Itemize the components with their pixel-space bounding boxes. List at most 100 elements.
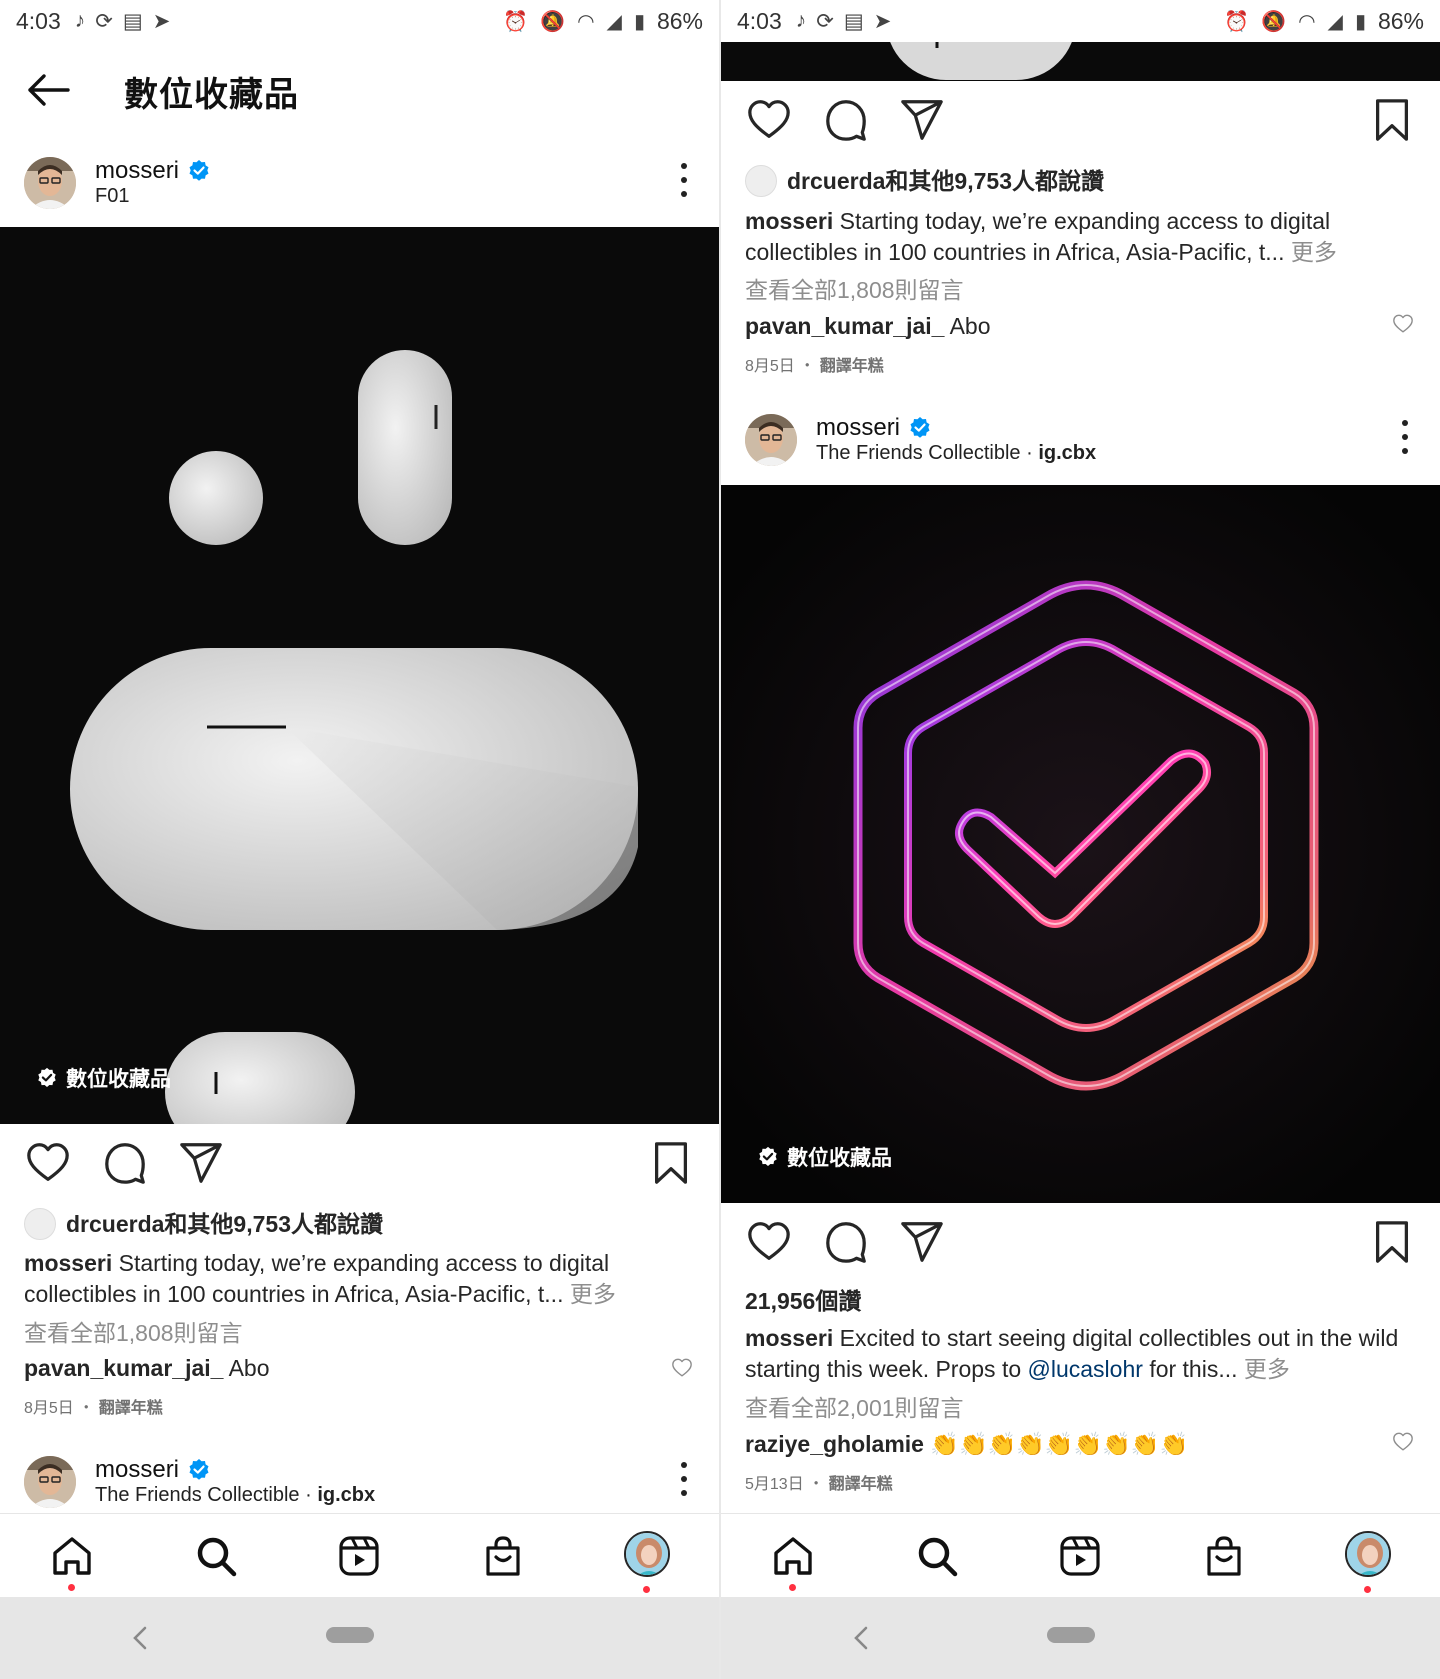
shop-icon[interactable] xyxy=(1202,1534,1246,1578)
post-actions xyxy=(721,97,1440,153)
meta-separator: ・ xyxy=(78,1400,95,1417)
comment-username[interactable]: pavan_kumar_jai_ xyxy=(24,1355,223,1381)
home-gesture-pill[interactable] xyxy=(1047,1627,1095,1643)
avatar[interactable] xyxy=(24,1456,76,1508)
paper-plane-icon[interactable] xyxy=(178,1140,224,1186)
view-all-comments[interactable]: 查看全部2,001則留言 xyxy=(745,1393,1415,1424)
profile-avatar[interactable] xyxy=(1345,1531,1391,1577)
translate-link[interactable]: 翻譯年糕 xyxy=(820,358,884,375)
bookmark-icon[interactable] xyxy=(1369,97,1415,143)
caption-mention[interactable]: @lucaslohr xyxy=(1028,1356,1143,1382)
comment: pavan_kumar_jai_ Abo xyxy=(24,1353,694,1384)
caption-more-link[interactable]: 更多 xyxy=(570,1281,616,1307)
shop-icon[interactable] xyxy=(481,1534,525,1578)
comment-heart-icon[interactable] xyxy=(1392,313,1414,335)
search-icon[interactable] xyxy=(194,1534,238,1578)
reels-icon[interactable] xyxy=(337,1534,381,1578)
caption-more-link[interactable]: 更多 xyxy=(1291,239,1337,265)
alarm-icon: ⏰ xyxy=(1224,10,1250,33)
verified-badge-icon xyxy=(187,159,211,183)
home-icon[interactable] xyxy=(50,1534,94,1578)
caption-more-link[interactable]: 更多 xyxy=(1244,1356,1290,1382)
avatar[interactable] xyxy=(24,157,76,209)
more-vertical-icon[interactable] xyxy=(1400,420,1410,454)
translate-link[interactable]: 翻譯年糕 xyxy=(829,1476,893,1493)
subtitle-text: The Friends Collectible xyxy=(816,442,1021,464)
comment: pavan_kumar_jai_ Abo xyxy=(745,311,1415,342)
comment-heart-icon[interactable] xyxy=(1392,1431,1414,1453)
username[interactable]: mosseri xyxy=(95,157,179,185)
post-image[interactable]: 數位收藏品 xyxy=(721,485,1440,1203)
view-all-comments[interactable]: 查看全部1,808則留言 xyxy=(24,1318,694,1349)
home-notification-dot xyxy=(68,1584,75,1591)
username[interactable]: mosseri xyxy=(816,414,900,442)
more-vertical-icon[interactable] xyxy=(679,163,689,197)
avatar[interactable] xyxy=(745,414,797,466)
search-icon[interactable] xyxy=(915,1534,959,1578)
page-title: 數位收藏品 xyxy=(124,76,299,114)
database-icon: ▤ xyxy=(122,9,143,33)
system-back-icon[interactable] xyxy=(130,1625,150,1651)
caption-text-end: for this... xyxy=(1149,1356,1238,1382)
post-image[interactable]: 數位收藏品 xyxy=(0,227,719,1124)
audio-label[interactable]: ig.cbx xyxy=(1038,442,1096,464)
heart-icon[interactable] xyxy=(25,1140,71,1186)
collectible-artwork xyxy=(70,350,638,1124)
post-header: mosseri The Friends Collectible · ig.cbx xyxy=(721,414,1440,484)
post-actions xyxy=(721,1219,1440,1275)
system-back-icon[interactable] xyxy=(851,1625,871,1651)
audio-label[interactable]: ig.cbx xyxy=(317,1484,375,1506)
post-meta: 5月13日 ・ 翻譯年糕 xyxy=(745,1469,1415,1500)
comment-username[interactable]: pavan_kumar_jai_ xyxy=(745,313,944,339)
status-bar: 4:03 ♪ ⟳ ▤ ➤ ⏰ 🔕 ◠ ◢ ▮ 86% xyxy=(0,0,719,42)
post-subtitle[interactable]: The Friends Collectible · ig.cbx xyxy=(95,1484,375,1507)
post-meta: 8月5日 ・ 翻譯年糕 xyxy=(24,1393,694,1424)
comment-bubble-icon[interactable] xyxy=(823,1219,869,1265)
comment-bubble-icon[interactable] xyxy=(823,97,869,143)
bottom-navigation xyxy=(721,1513,1440,1597)
post-author: mosseri xyxy=(95,1456,211,1484)
tiktok-icon: ♪ xyxy=(795,8,807,32)
liked-by[interactable]: drcuerda和其他9,753人都說讚 xyxy=(24,1208,694,1240)
digital-collectible-tag[interactable]: 數位收藏品 xyxy=(36,1063,171,1093)
view-all-comments[interactable]: 查看全部1,808則留言 xyxy=(745,275,1415,306)
caption-username[interactable]: mosseri xyxy=(745,1325,833,1351)
paper-plane-icon[interactable] xyxy=(899,97,945,143)
post-subtitle[interactable]: The Friends Collectible · ig.cbx xyxy=(816,442,1096,465)
comment-text: Abo xyxy=(228,1355,270,1381)
battery-icon: ▮ xyxy=(1354,10,1366,33)
status-app-icons: ♪ ⟳ ▤ ➤ xyxy=(75,9,171,34)
post-date: 5月13日 xyxy=(745,1476,804,1493)
home-gesture-pill[interactable] xyxy=(326,1627,374,1643)
translate-link[interactable]: 翻譯年糕 xyxy=(99,1400,163,1417)
caption-username[interactable]: mosseri xyxy=(745,208,833,234)
bookmark-icon[interactable] xyxy=(648,1140,694,1186)
subtitle-separator: · xyxy=(305,1484,312,1506)
heart-icon[interactable] xyxy=(746,97,792,143)
reels-icon[interactable] xyxy=(1058,1534,1102,1578)
digital-collectible-tag[interactable]: 數位收藏品 xyxy=(757,1142,892,1172)
comment-heart-icon[interactable] xyxy=(671,1357,693,1379)
heart-icon[interactable] xyxy=(746,1219,792,1265)
mute-icon: 🔕 xyxy=(540,10,566,33)
comment-username[interactable]: raziye_gholamie xyxy=(745,1431,924,1457)
arrow-left-icon[interactable] xyxy=(26,73,70,107)
bookmark-icon[interactable] xyxy=(1369,1219,1415,1265)
app-notification-icon: ⟳ xyxy=(95,9,113,33)
paper-plane-icon[interactable] xyxy=(899,1219,945,1265)
battery-icon: ▮ xyxy=(633,10,645,33)
collectible-badge-icon xyxy=(36,1067,58,1089)
profile-avatar[interactable] xyxy=(624,1531,670,1577)
previous-post-image[interactable] xyxy=(721,40,1440,81)
post-subtitle[interactable]: F01 xyxy=(95,185,129,208)
liked-by[interactable]: drcuerda和其他9,753人都說讚 xyxy=(745,165,1415,197)
comment-bubble-icon[interactable] xyxy=(102,1140,148,1186)
meta-separator: ・ xyxy=(808,1476,825,1493)
home-icon[interactable] xyxy=(771,1534,815,1578)
collectible-badge-icon xyxy=(757,1146,779,1168)
more-vertical-icon[interactable] xyxy=(679,1462,689,1496)
like-count[interactable]: 21,956個讚 xyxy=(745,1286,1415,1317)
caption-username[interactable]: mosseri xyxy=(24,1250,112,1276)
wifi-icon: ◠ xyxy=(1298,10,1316,33)
username[interactable]: mosseri xyxy=(95,1456,179,1484)
